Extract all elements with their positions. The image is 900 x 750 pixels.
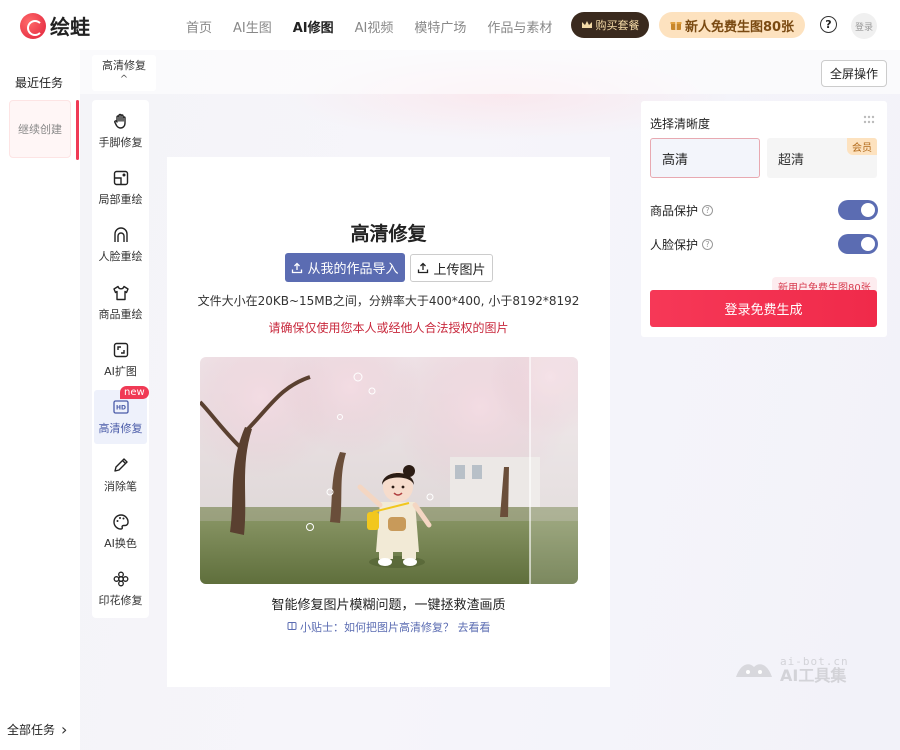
nav-ai-generate[interactable]: AI生图: [233, 17, 272, 36]
question-icon[interactable]: ?: [702, 238, 714, 250]
upload-icon: [418, 262, 429, 274]
svg-text:HD: HD: [115, 405, 125, 412]
logo[interactable]: 绘蛙: [20, 11, 90, 40]
chevron-up-icon: ^: [119, 74, 129, 85]
buy-package-label: 购买套餐: [595, 19, 640, 32]
tool-label: 高清修复: [98, 422, 143, 435]
tool-ai-recolor[interactable]: AI换色: [94, 505, 147, 559]
tip-label: 小贴士：如何把图片高清修复？ 去看看: [300, 621, 491, 634]
hand-icon: [113, 113, 126, 129]
buy-package-button[interactable]: 购买套餐: [571, 12, 649, 38]
drag-grip-icon[interactable]: [863, 115, 875, 125]
tool-label: 手脚修复: [98, 136, 143, 149]
product-protect-row: 商品保护 ?: [650, 199, 878, 221]
clarity-option-hd[interactable]: 高清: [650, 138, 760, 178]
tool-face-redraw[interactable]: 人脸重绘: [94, 218, 147, 272]
nav-model-square[interactable]: 模特广场: [414, 17, 466, 36]
import-from-works-button[interactable]: 从我的作品导入: [285, 253, 405, 282]
tool-product-redraw[interactable]: 商品重绘: [94, 276, 147, 330]
active-marker: [76, 100, 79, 160]
face-icon: [113, 227, 128, 242]
help-icon[interactable]: ?: [820, 16, 837, 33]
clarity-title: 选择清晰度: [650, 117, 711, 131]
flower-icon: [113, 571, 128, 587]
chevron-right-icon: ›: [61, 720, 68, 739]
tool-label: AI扩图: [104, 365, 137, 378]
recent-tasks-column: 最近任务 继续创建 全部任务 ›: [0, 50, 80, 750]
tool-label: AI换色: [104, 537, 137, 550]
clarity-option-uhd[interactable]: 超清 会员: [767, 138, 877, 178]
logo-mark-icon: [20, 12, 46, 39]
tool-eraser-pen[interactable]: 消除笔: [94, 448, 147, 502]
tool-selector-label: 高清修复: [102, 59, 146, 72]
tool-label: 人脸重绘: [98, 250, 143, 263]
partial-redraw-icon: [113, 170, 128, 186]
face-protect-label: 人脸保护: [650, 237, 699, 252]
shirt-icon: [112, 285, 129, 301]
face-protect-row: 人脸保护 ?: [650, 233, 878, 255]
tip-link[interactable]: 小贴士：如何把图片高清修复？ 去看看: [167, 619, 610, 635]
book-icon: [287, 622, 296, 630]
all-tasks-link[interactable]: 全部任务 ›: [7, 720, 67, 739]
nav-ai-edit[interactable]: AI修图: [293, 17, 334, 36]
tool-label: 局部重绘: [98, 193, 143, 206]
question-icon[interactable]: ?: [702, 204, 714, 216]
crown-icon: [581, 21, 592, 28]
upload-image-button[interactable]: 上传图片: [410, 254, 493, 282]
upload-icon: [292, 262, 303, 273]
face-protect-toggle[interactable]: [838, 234, 878, 254]
all-tasks-label: 全部任务: [7, 723, 56, 737]
logo-text: 绘蛙: [50, 15, 90, 39]
newuser-free-label: 新人免费生图80张: [684, 19, 795, 35]
tool-ai-expand[interactable]: AI扩图: [94, 333, 147, 387]
tool-list: 手脚修复 局部重绘 人脸重绘 商品重绘 AI扩图 HD 高清修复 消除笔 AI换…: [92, 100, 149, 618]
upload-label: 上传图片: [433, 262, 486, 278]
clarity-option-label: 超清: [778, 152, 805, 168]
tool-label: 印花修复: [98, 594, 143, 607]
watermark: ai-bot.cn AI工具集: [734, 655, 849, 685]
tool-print-repair[interactable]: 印花修复: [94, 562, 147, 616]
new-badge: new: [120, 386, 149, 399]
login-generate-button[interactable]: 登录免费生成: [650, 290, 877, 327]
hd-icon: HD: [112, 400, 129, 414]
product-protect-toggle[interactable]: [838, 200, 878, 220]
watermark-logo-icon: [736, 664, 772, 677]
top-navbar: 绘蛙 首页 AI生图 AI修图 AI视频 模特广场 作品与素材 购买套餐 新人免…: [0, 0, 900, 50]
nav-home[interactable]: 首页: [186, 17, 212, 36]
example-preview-image: [200, 357, 578, 584]
rights-warning: 请确保仅使用您本人或经他人合法授权的图片: [268, 321, 509, 335]
palette-icon: [112, 514, 129, 530]
workspace-toolbar: [80, 50, 900, 94]
newuser-free-button[interactable]: 新人免费生图80张: [659, 12, 805, 38]
tool-selector-dropdown[interactable]: 高清修复 ^: [92, 55, 156, 91]
tool-partial-redraw[interactable]: 局部重绘: [94, 161, 147, 215]
product-protect-label: 商品保护: [650, 203, 699, 218]
watermark-name: AI工具集: [780, 666, 847, 685]
tool-hand-repair[interactable]: 手脚修复: [94, 104, 147, 158]
main-nav: 首页 AI生图 AI修图 AI视频 模特广场 作品与素材: [186, 17, 552, 36]
settings-panel: 选择清晰度 高清 超清 会员 商品保护 ? 人脸保护 ? 新用户免费生图80张 …: [641, 101, 887, 337]
upload-panel: 高清修复 从我的作品导入 上传图片 文件大小在20KB~15MB之间，分辨率大于…: [167, 157, 610, 687]
recent-tasks-title: 最近任务: [15, 76, 64, 90]
tool-label: 消除笔: [104, 480, 137, 493]
expand-icon: [113, 342, 128, 358]
file-requirements: 文件大小在20KB~15MB之间，分辨率大于400*400, 小于8192*81…: [197, 294, 580, 308]
nav-ai-video[interactable]: AI视频: [355, 17, 394, 36]
nav-works-assets[interactable]: 作品与素材: [487, 17, 552, 36]
login-avatar[interactable]: 登录: [851, 13, 877, 39]
continue-create-card[interactable]: 继续创建: [9, 100, 71, 158]
panel-title: 高清修复: [350, 223, 427, 245]
preview-caption: 智能修复图片模糊问题，一键拯救渣画质: [271, 598, 506, 613]
vip-badge: 会员: [847, 138, 877, 155]
gift-icon: [670, 22, 682, 30]
tool-label: 商品重绘: [98, 308, 143, 321]
pen-icon: [113, 458, 128, 472]
import-label: 从我的作品导入: [307, 262, 399, 277]
fullscreen-button[interactable]: 全屏操作: [821, 60, 887, 87]
